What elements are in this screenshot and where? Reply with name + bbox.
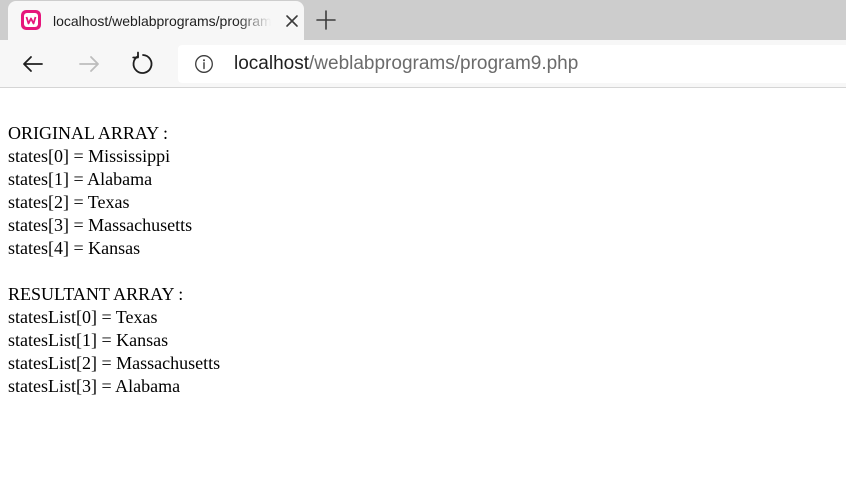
list-item: statesList[2] = Massachusetts — [8, 353, 221, 373]
list-item: statesList[1] = Kansas — [8, 330, 169, 350]
list-item: states[3] = Massachusetts — [8, 215, 193, 235]
original-array-section: ORIGINAL ARRAY : states[0] = Mississippi… — [8, 122, 838, 260]
wamp-server-icon — [21, 10, 41, 30]
page-content: ORIGINAL ARRAY : states[0] = Mississippi… — [8, 122, 838, 398]
list-item: states[4] = Kansas — [8, 238, 141, 258]
close-icon[interactable] — [283, 12, 301, 30]
browser-toolbar: localhost/weblabprograms/program9.php — [0, 40, 846, 88]
url-host: localhost — [234, 53, 309, 74]
list-item: states[2] = Texas — [8, 192, 130, 212]
list-item: states[0] = Mississippi — [8, 146, 171, 166]
list-item: statesList[3] = Alabama — [8, 376, 181, 396]
url-text[interactable]: localhost/weblabprograms/program9.php — [234, 53, 578, 75]
tab-strip: localhost/weblabprograms/program9.php — [0, 0, 846, 40]
list-item: states[1] = Alabama — [8, 169, 153, 189]
address-bar[interactable]: localhost/weblabprograms/program9.php — [178, 45, 846, 83]
resultant-array-section: RESULTANT ARRAY : statesList[0] = Texas … — [8, 283, 838, 398]
arrow-right-icon[interactable] — [76, 51, 102, 77]
tab-title-fade — [236, 9, 280, 33]
resultant-array-heading: RESULTANT ARRAY : — [8, 284, 184, 304]
refresh-icon[interactable] — [130, 51, 156, 77]
list-item: statesList[0] = Texas — [8, 307, 158, 327]
url-path: /weblabprograms/program9.php — [309, 53, 579, 74]
browser-tab[interactable]: localhost/weblabprograms/program9.php — [8, 1, 304, 40]
plus-icon[interactable] — [314, 8, 338, 32]
arrow-left-icon[interactable] — [20, 51, 46, 77]
info-icon[interactable] — [194, 54, 214, 74]
original-array-heading: ORIGINAL ARRAY : — [8, 123, 169, 143]
